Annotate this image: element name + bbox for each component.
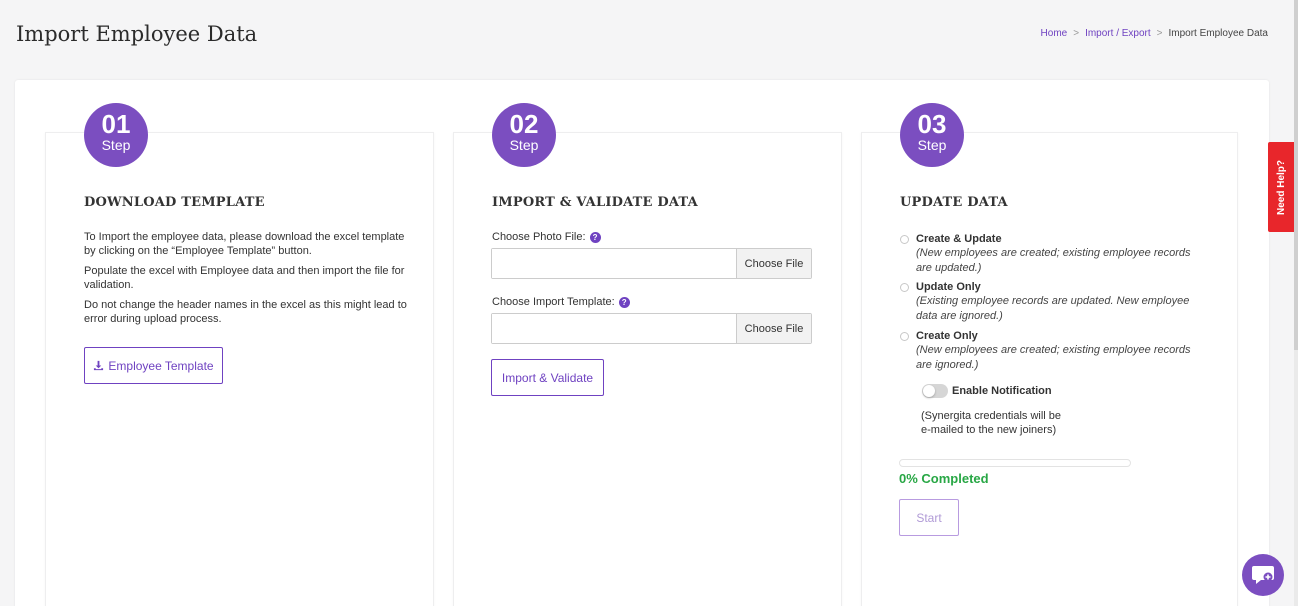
step-card-download-template: 01 Step DOWNLOAD TEMPLATE To Import the … xyxy=(45,103,434,606)
note-line: e-mailed to the new joiners) xyxy=(921,424,1057,436)
breadcrumb-current: Import Employee Data xyxy=(1168,28,1269,39)
label-text: Choose Import Template: xyxy=(492,296,615,308)
scrollbar-thumb[interactable] xyxy=(1294,0,1298,350)
toggle-knob xyxy=(923,385,935,397)
start-button[interactable]: Start xyxy=(899,499,959,536)
instruction-text: Populate the excel with Employee data an… xyxy=(84,265,405,291)
download-icon xyxy=(94,360,104,371)
step-card-update-data: 03 Step UPDATE DATA Create & Update (New… xyxy=(861,103,1238,606)
step-number: 02 xyxy=(509,109,539,139)
import-template-input-group: Choose File xyxy=(491,313,812,344)
toggle-label: Enable Notification xyxy=(952,385,1052,397)
photo-choose-file-button[interactable]: Choose File xyxy=(736,249,811,278)
page-scrollbar[interactable] xyxy=(1294,0,1298,606)
label-text: Choose Photo File: xyxy=(492,231,586,243)
option-title: Create & Update xyxy=(916,233,1002,245)
step-badge: 02 Step xyxy=(492,103,556,167)
instruction-text: Do not change the header names in the ex… xyxy=(84,299,407,325)
need-help-label: Need Help? xyxy=(1275,159,1287,215)
photo-file-label: Choose Photo File: ? xyxy=(492,231,601,243)
step-badge: 03 Step xyxy=(900,103,964,167)
notification-note: (Synergita credentials will be e-mailed … xyxy=(921,409,1081,437)
progress-text: 0% Completed xyxy=(899,471,989,486)
card-title: UPDATE DATA xyxy=(900,195,1008,210)
employee-template-button[interactable]: Employee Template xyxy=(84,347,223,384)
photo-file-input[interactable] xyxy=(492,249,736,278)
progress-bar xyxy=(899,459,1131,467)
step-card-import-validate: 02 Step IMPORT & VALIDATE DATA Choose Ph… xyxy=(453,103,842,606)
instructions: To Import the employee data, please down… xyxy=(84,231,409,333)
page-title: Import Employee Data xyxy=(16,22,258,46)
step-number: 03 xyxy=(917,109,947,139)
chat-icon xyxy=(1252,566,1274,584)
import-template-label: Choose Import Template: ? xyxy=(492,296,630,308)
breadcrumb-separator: > xyxy=(1156,28,1163,39)
option-create-update[interactable]: Create & Update (New employees are creat… xyxy=(900,233,1220,275)
enable-notification-toggle[interactable] xyxy=(922,384,948,398)
option-description: (Existing employee records are updated. … xyxy=(916,295,1190,322)
breadcrumb: Home > Import / Export > Import Employee… xyxy=(1041,28,1268,39)
breadcrumb-home[interactable]: Home xyxy=(1041,28,1068,39)
option-title: Create Only xyxy=(916,330,978,342)
radio-update-only[interactable] xyxy=(900,283,909,292)
import-template-input[interactable] xyxy=(492,314,736,343)
option-create-only[interactable]: Create Only (New employees are created; … xyxy=(900,330,1220,372)
import-validate-button[interactable]: Import & Validate xyxy=(491,359,604,396)
step-word: Step xyxy=(509,137,539,153)
radio-create-update[interactable] xyxy=(900,235,909,244)
step-badge: 01 Step xyxy=(84,103,148,167)
option-description: (New employees are created; existing emp… xyxy=(916,247,1191,274)
step-word: Step xyxy=(101,137,131,153)
need-help-tab[interactable]: Need Help? xyxy=(1268,142,1294,232)
card-title: IMPORT & VALIDATE DATA xyxy=(492,195,698,210)
option-description: (New employees are created; existing emp… xyxy=(916,344,1191,371)
radio-create-only[interactable] xyxy=(900,332,909,341)
instruction-text: To Import the employee data, please down… xyxy=(84,231,405,257)
card-title: DOWNLOAD TEMPLATE xyxy=(84,195,265,210)
question-circle-icon[interactable]: ? xyxy=(589,231,601,243)
option-update-only[interactable]: Update Only (Existing employee records a… xyxy=(900,281,1220,323)
question-circle-icon[interactable]: ? xyxy=(618,296,630,308)
note-line: (Synergita credentials will be xyxy=(921,410,1062,422)
breadcrumb-import-export[interactable]: Import / Export xyxy=(1085,28,1151,39)
photo-file-input-group: Choose File xyxy=(491,248,812,279)
breadcrumb-separator: > xyxy=(1073,28,1080,39)
step-word: Step xyxy=(917,137,947,153)
template-choose-file-button[interactable]: Choose File xyxy=(736,314,811,343)
chat-button[interactable] xyxy=(1242,554,1284,596)
option-title: Update Only xyxy=(916,281,981,293)
step-number: 01 xyxy=(101,109,131,139)
notification-toggle-row: Enable Notification xyxy=(922,384,1052,398)
button-label: Employee Template xyxy=(108,358,214,373)
main-panel: 01 Step DOWNLOAD TEMPLATE To Import the … xyxy=(15,80,1269,606)
